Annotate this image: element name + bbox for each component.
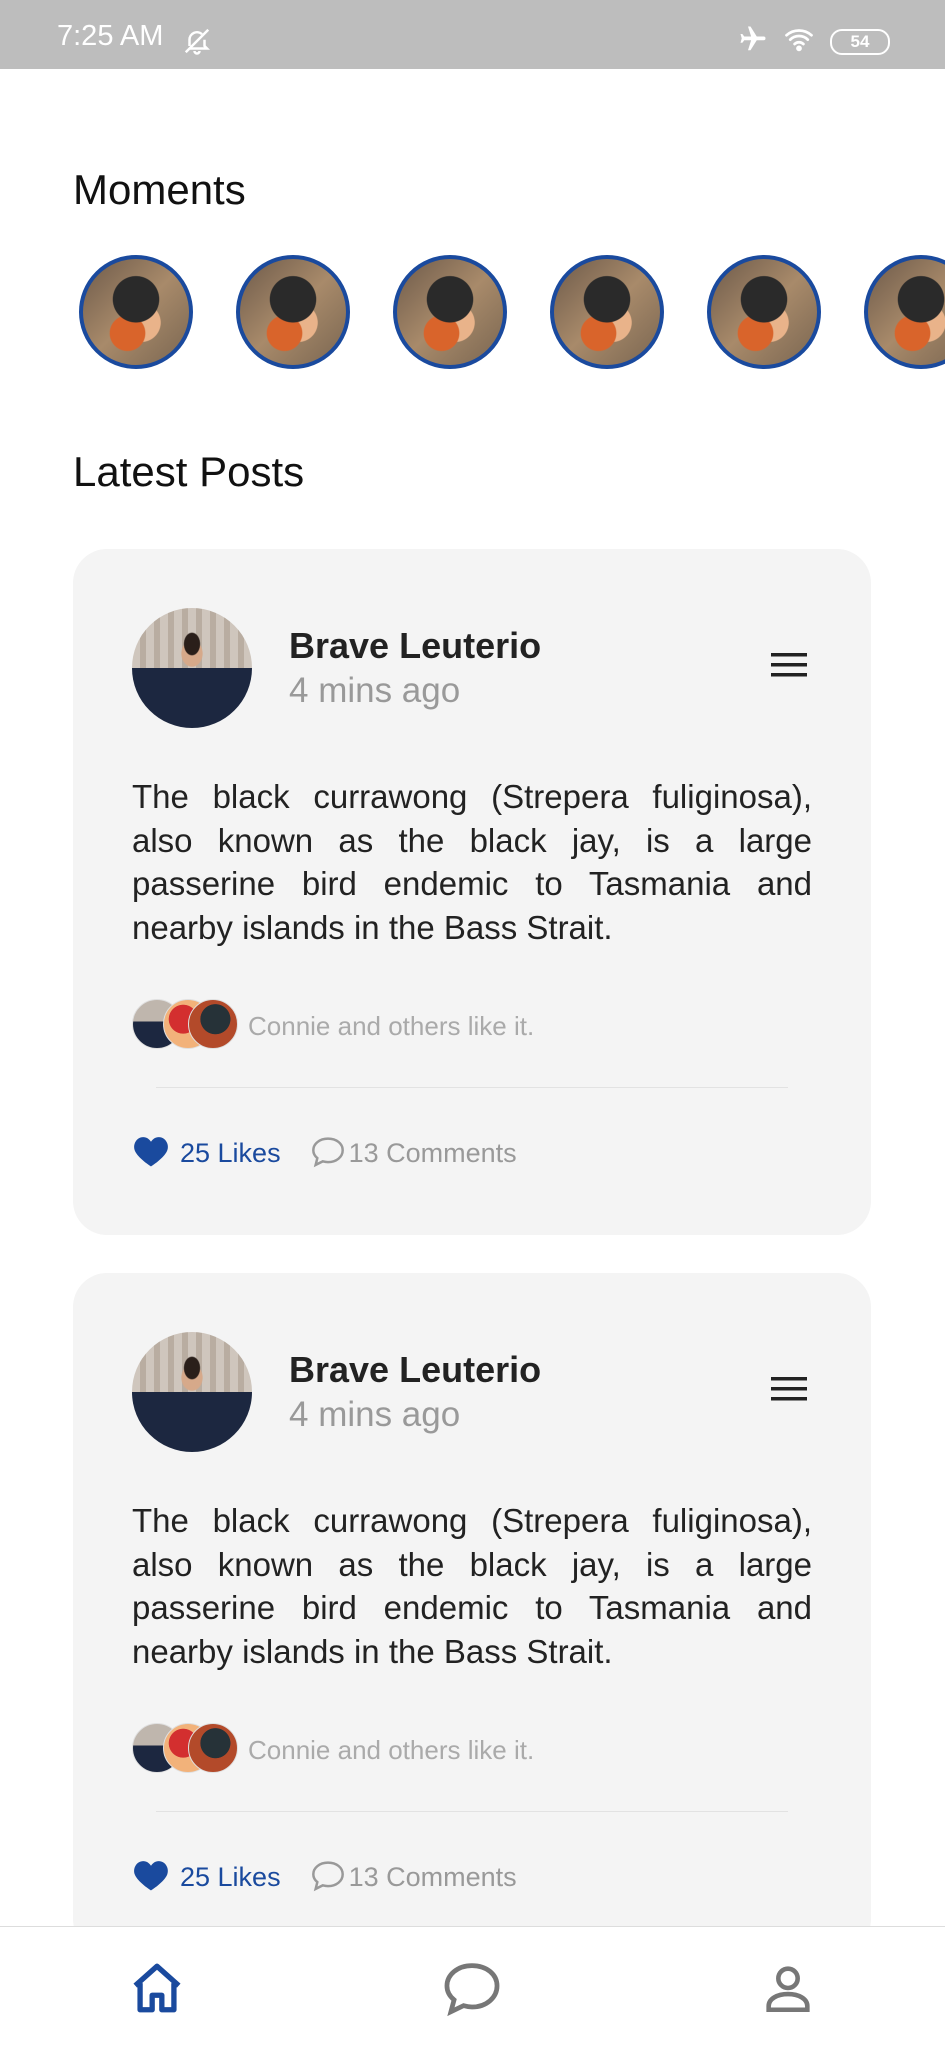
nav-chat[interactable] xyxy=(432,1955,512,2025)
mute-bell-icon xyxy=(182,26,212,61)
menu-icon[interactable] xyxy=(769,1373,809,1410)
heart-icon xyxy=(132,1858,170,1897)
likers-avatars xyxy=(132,999,238,1049)
status-time: 7:25 AM xyxy=(57,20,164,52)
comment-icon xyxy=(309,1858,347,1897)
divider xyxy=(156,1087,788,1088)
likes-count: 25 Likes xyxy=(180,1862,281,1892)
moment-avatar[interactable] xyxy=(393,255,507,369)
post-text: The black currawong (Strepera fuliginosa… xyxy=(132,778,812,946)
likes-summary: Connie and others like it. xyxy=(248,1011,535,1041)
like-button[interactable]: 25 Likes xyxy=(132,1134,281,1173)
moment-avatar[interactable] xyxy=(707,255,821,369)
bottom-nav xyxy=(0,1926,945,2049)
nav-home[interactable] xyxy=(117,1955,197,2025)
avatar[interactable] xyxy=(132,608,252,728)
post-actions: 25 Likes 13 Comments xyxy=(132,1134,517,1173)
nav-profile[interactable] xyxy=(748,1955,828,2025)
status-bar: 7:25 AM 54 xyxy=(0,0,945,69)
moments-row[interactable] xyxy=(79,255,945,377)
airplane-icon xyxy=(738,24,768,59)
liker-avatar xyxy=(188,1723,238,1773)
home-icon xyxy=(126,1959,188,2022)
comments-count: 13 Comments xyxy=(348,1862,517,1892)
liker-avatar xyxy=(188,999,238,1049)
battery-icon: 54 xyxy=(830,28,890,55)
chat-icon xyxy=(440,1959,504,2022)
post-card: Brave Leuterio 4 mins ago The black curr… xyxy=(73,1273,871,1953)
post-actions: 25 Likes 13 Comments xyxy=(132,1858,517,1897)
moments-title: Moments xyxy=(73,166,246,213)
post-card: Brave Leuterio 4 mins ago The black curr… xyxy=(73,549,871,1235)
post-time: 4 mins ago xyxy=(289,671,461,710)
profile-icon xyxy=(758,1959,818,2022)
latest-posts-title: Latest Posts xyxy=(73,448,305,495)
comments-button[interactable]: 13 Comments xyxy=(309,1134,517,1173)
moment-avatar[interactable] xyxy=(79,255,193,369)
comment-icon xyxy=(309,1134,347,1173)
post-text: The black currawong (Strepera fuliginosa… xyxy=(132,1502,812,1670)
moment-avatar[interactable] xyxy=(550,255,664,369)
wifi-icon xyxy=(782,24,816,59)
status-icons: 54 xyxy=(738,24,890,59)
moment-avatar[interactable] xyxy=(864,255,945,369)
menu-icon[interactable] xyxy=(769,649,809,686)
like-button[interactable]: 25 Likes xyxy=(132,1858,281,1897)
likers-avatars xyxy=(132,1723,238,1773)
likes-count: 25 Likes xyxy=(180,1138,281,1168)
post-author[interactable]: Brave Leuterio xyxy=(289,625,541,667)
comments-count: 13 Comments xyxy=(348,1138,517,1168)
moment-avatar[interactable] xyxy=(236,255,350,369)
heart-icon xyxy=(132,1134,170,1173)
likes-summary: Connie and others like it. xyxy=(248,1735,535,1765)
avatar[interactable] xyxy=(132,1332,252,1452)
post-time: 4 mins ago xyxy=(289,1395,461,1434)
comments-button[interactable]: 13 Comments xyxy=(309,1858,517,1897)
post-author[interactable]: Brave Leuterio xyxy=(289,1349,541,1391)
divider xyxy=(156,1811,788,1812)
